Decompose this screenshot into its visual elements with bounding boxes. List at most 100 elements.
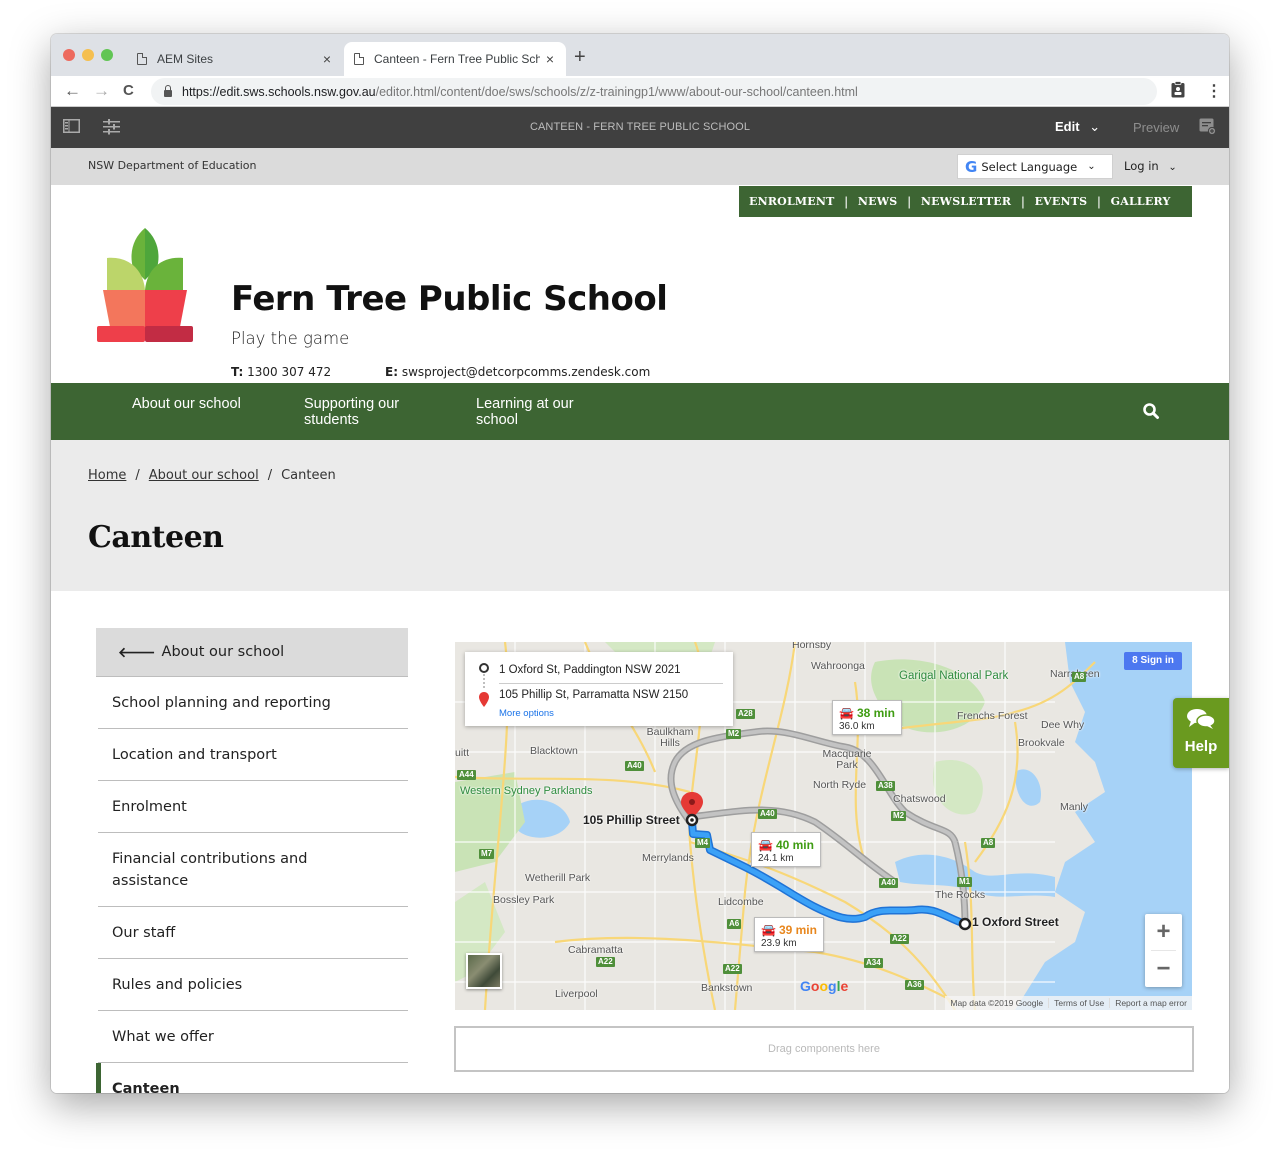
road-shield: A34	[864, 958, 883, 968]
search-icon[interactable]	[1142, 402, 1160, 420]
road-shield: M4	[695, 838, 711, 848]
side-nav-item[interactable]: Enrolment	[98, 781, 408, 833]
map-place-label: The Rocks	[935, 889, 986, 901]
tab-title: AEM Sites	[157, 52, 214, 66]
browser-menu-icon[interactable]: ⋮	[1206, 81, 1222, 101]
map-place-label: Liverpool	[555, 988, 598, 1000]
map-place-label: Bossley Park	[493, 894, 555, 906]
page-icon	[137, 53, 147, 65]
new-tab-button[interactable]: +	[574, 47, 586, 67]
help-label: Help	[1184, 738, 1218, 755]
mode-dropdown[interactable]: Edit ⌄	[1055, 119, 1100, 135]
side-nav-item[interactable]: Location and transport	[98, 729, 408, 781]
divider	[499, 683, 723, 684]
road-shield: A40	[879, 878, 898, 888]
map-place-label: Bankstown	[701, 982, 753, 994]
quicklink-gallery[interactable]: GALLERY	[1111, 195, 1171, 208]
route-info-39min[interactable]: 🚘 39 min 23.9 km	[754, 917, 824, 952]
origin-pin-label: 1 Oxford Street	[972, 915, 1059, 929]
side-nav-item[interactable]: What we offer	[98, 1011, 408, 1063]
road-shield: A40	[758, 809, 777, 819]
terms-of-use-link[interactable]: Terms of Use	[1048, 998, 1109, 1008]
breadcrumb-home[interactable]: Home	[88, 468, 126, 483]
route-info-38min[interactable]: 🚘 38 min 36.0 km	[832, 700, 902, 735]
tab-title: Canteen - Fern Tree Public Sch	[374, 52, 540, 66]
side-nav-item[interactable]: Our staff	[98, 907, 408, 959]
map-park-label: Western Sydney Parklands	[460, 785, 593, 797]
back-button[interactable]: ←	[64, 80, 81, 102]
google-map[interactable]: 1 Oxford St, Paddington NSW 2021 105 Phi…	[455, 642, 1192, 1010]
zoom-out-button[interactable]: −	[1145, 951, 1182, 987]
quicklink-events[interactable]: EVENTS	[1035, 195, 1088, 208]
quicklink-newsletter[interactable]: NEWSLETTER	[921, 195, 1011, 208]
minimize-window-button[interactable]	[82, 49, 94, 61]
more-options-link[interactable]: More options	[499, 708, 554, 719]
maximize-window-button[interactable]	[101, 49, 113, 61]
login-dropdown[interactable]: Log in ⌄	[1124, 159, 1177, 173]
destination-pin-label: 105 Phillip Street	[583, 813, 680, 827]
close-window-button[interactable]	[63, 49, 75, 61]
extension-badge-icon[interactable]	[1171, 81, 1185, 103]
component-drop-zone[interactable]: Drag components here	[454, 1026, 1194, 1072]
map-place-label: Manly	[1060, 801, 1089, 813]
road-shield: A22	[890, 934, 909, 944]
side-navigation: 🡐 About our school School planning and r…	[96, 628, 408, 1093]
map-sign-in-button[interactable]: 8 Sign in	[1124, 652, 1182, 670]
help-button[interactable]: Help	[1173, 698, 1229, 768]
close-tab-icon[interactable]: ×	[317, 51, 337, 67]
close-tab-icon[interactable]: ×	[540, 51, 560, 67]
side-nav-item[interactable]: School planning and reporting	[98, 677, 408, 729]
breadcrumb-current: Canteen	[281, 468, 336, 483]
quicklink-news[interactable]: NEWS	[858, 195, 898, 208]
route-info-40min[interactable]: 🚘 40 min 24.1 km	[751, 832, 821, 867]
map-place-label: Cabramatta	[568, 944, 623, 956]
chat-bubbles-icon	[1173, 708, 1229, 735]
language-select[interactable]: G Select Language ⌄	[957, 154, 1113, 179]
school-logo-plant-icon[interactable]	[97, 228, 193, 344]
satellite-view-toggle[interactable]	[466, 953, 502, 989]
map-attribution: Map data ©2019 Google Terms of Use Repor…	[945, 996, 1192, 1010]
map-place-label: Merrylands	[642, 852, 694, 864]
directions-panel: 1 Oxford St, Paddington NSW 2021 105 Phi…	[465, 652, 733, 726]
breadcrumb: Home / About our school / Canteen	[88, 468, 336, 483]
google-plus-icon: 8	[1132, 655, 1141, 666]
department-name: NSW Department of Education	[88, 159, 257, 172]
school-email: E: swsproject@detcorpcomms.zendesk.com	[385, 365, 651, 379]
aem-page-title: CANTEEN - FERN TREE PUBLIC SCHOOL	[529, 121, 751, 133]
preview-button[interactable]: Preview	[1133, 120, 1179, 135]
divider: |	[844, 194, 848, 209]
divider: |	[1021, 194, 1025, 209]
reload-button[interactable]: C	[123, 80, 134, 102]
road-shield: A40	[625, 761, 644, 771]
map-place-label: Macquarie Park	[822, 748, 872, 771]
quicklink-enrolment[interactable]: ENROLMENT	[749, 195, 835, 208]
breadcrumb-separator: /	[135, 468, 140, 483]
nav-learning-at-our-school[interactable]: Learning at our school	[476, 396, 596, 428]
side-nav-item[interactable]: Financial contributions and assistance	[98, 833, 408, 907]
report-map-error-link[interactable]: Report a map error	[1109, 998, 1192, 1008]
nav-supporting-our-students[interactable]: Supporting our students	[304, 396, 424, 428]
nav-about-our-school[interactable]: About our school	[132, 396, 292, 412]
road-shield: M1	[957, 877, 973, 887]
origin-address[interactable]: 1 Oxford St, Paddington NSW 2021	[499, 664, 681, 676]
road-shield: A44	[457, 770, 476, 780]
google-logo: Google	[800, 978, 849, 994]
road-shield: A8	[981, 838, 996, 848]
url-text[interactable]: https://edit.sws.schools.nsw.gov.au/edit…	[182, 85, 858, 99]
breadcrumb-about-our-school[interactable]: About our school	[149, 468, 259, 483]
zoom-in-button[interactable]: +	[1145, 914, 1182, 950]
page-icon	[354, 53, 364, 65]
tab-canteen[interactable]: Canteen - Fern Tree Public Sch ×	[344, 42, 566, 76]
annotations-icon[interactable]	[1199, 118, 1217, 138]
destination-address[interactable]: 105 Phillip St, Parramatta NSW 2150	[499, 689, 688, 701]
main-navigation: About our school Supporting our students…	[51, 383, 1229, 440]
forward-button[interactable]: →	[93, 80, 110, 102]
address-bar[interactable]: https://edit.sws.schools.nsw.gov.au/edit…	[151, 78, 1157, 105]
divider: |	[907, 194, 911, 209]
divider: |	[1097, 194, 1101, 209]
side-nav-back-link[interactable]: 🡐 About our school	[96, 628, 408, 677]
side-nav-item-active[interactable]: Canteen	[96, 1063, 408, 1093]
map-data-credit: Map data ©2019 Google	[950, 998, 1044, 1008]
side-nav-item[interactable]: Rules and policies	[98, 959, 408, 1011]
tab-aem-sites[interactable]: AEM Sites ×	[127, 42, 343, 76]
